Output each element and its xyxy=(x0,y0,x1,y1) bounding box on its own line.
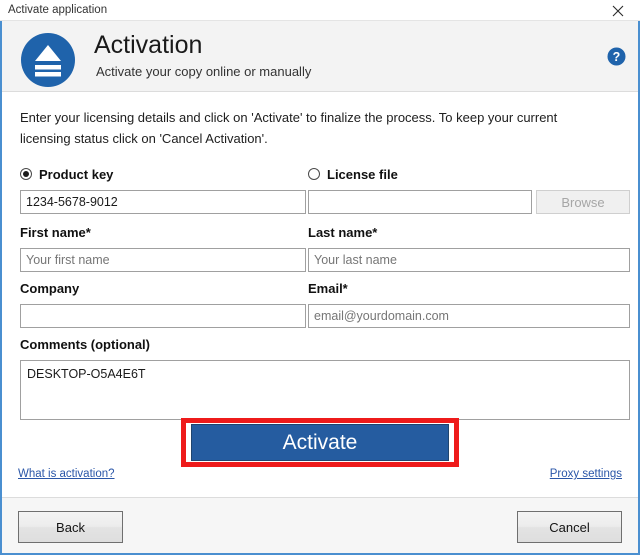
dialog-header: Activation Activate your copy online or … xyxy=(2,21,638,92)
comments-label: Comments (optional) xyxy=(20,337,150,352)
dialog-footer: Back Cancel xyxy=(2,497,638,553)
back-button[interactable]: Back xyxy=(18,511,123,543)
activate-button-label: Activate xyxy=(282,431,358,454)
company-input[interactable] xyxy=(20,304,306,328)
close-icon xyxy=(612,5,624,17)
eject-disc-icon xyxy=(20,32,76,88)
email-input[interactable] xyxy=(308,304,630,328)
license-file-input[interactable] xyxy=(308,190,532,214)
first-name-label: First name* xyxy=(20,225,91,240)
intro-text: Enter your licensing details and click o… xyxy=(20,110,558,146)
radio-indicator-license-file xyxy=(308,168,320,180)
svg-text:?: ? xyxy=(613,50,621,64)
first-name-input[interactable] xyxy=(20,248,306,272)
title-bar: Activate application xyxy=(0,0,640,21)
email-label: Email* xyxy=(308,281,348,296)
radio-label-license-file: License file xyxy=(327,166,398,182)
last-name-input[interactable] xyxy=(308,248,630,272)
cancel-button[interactable]: Cancel xyxy=(517,511,622,543)
radio-label-product-key: Product key xyxy=(39,166,114,182)
last-name-label: Last name* xyxy=(308,225,378,240)
close-button[interactable] xyxy=(596,0,640,21)
product-key-input[interactable] xyxy=(20,190,306,214)
browse-button-label: Browse xyxy=(561,194,605,210)
company-label: Company xyxy=(20,281,80,296)
radio-product-key[interactable]: Product key xyxy=(20,164,113,184)
browse-button[interactable]: Browse xyxy=(536,190,630,214)
what-is-activation-link[interactable]: What is activation? xyxy=(18,468,115,480)
cancel-button-label: Cancel xyxy=(549,519,590,535)
back-button-label: Back xyxy=(56,519,85,535)
activate-button[interactable]: Activate xyxy=(191,424,449,461)
proxy-settings-link[interactable]: Proxy settings xyxy=(550,468,622,480)
comments-textarea[interactable] xyxy=(20,360,630,420)
window-title: Activate application xyxy=(8,4,108,16)
radio-indicator-product-key xyxy=(20,168,32,180)
help-question-icon[interactable]: ? xyxy=(607,47,626,66)
page-subtitle: Activate your copy online or manually xyxy=(96,64,312,79)
activation-dialog: Activate application Activation Activate… xyxy=(0,0,640,555)
page-title: Activation xyxy=(94,31,203,59)
license-mode-group: Product key License file xyxy=(20,164,620,184)
radio-license-file[interactable]: License file xyxy=(308,164,398,184)
